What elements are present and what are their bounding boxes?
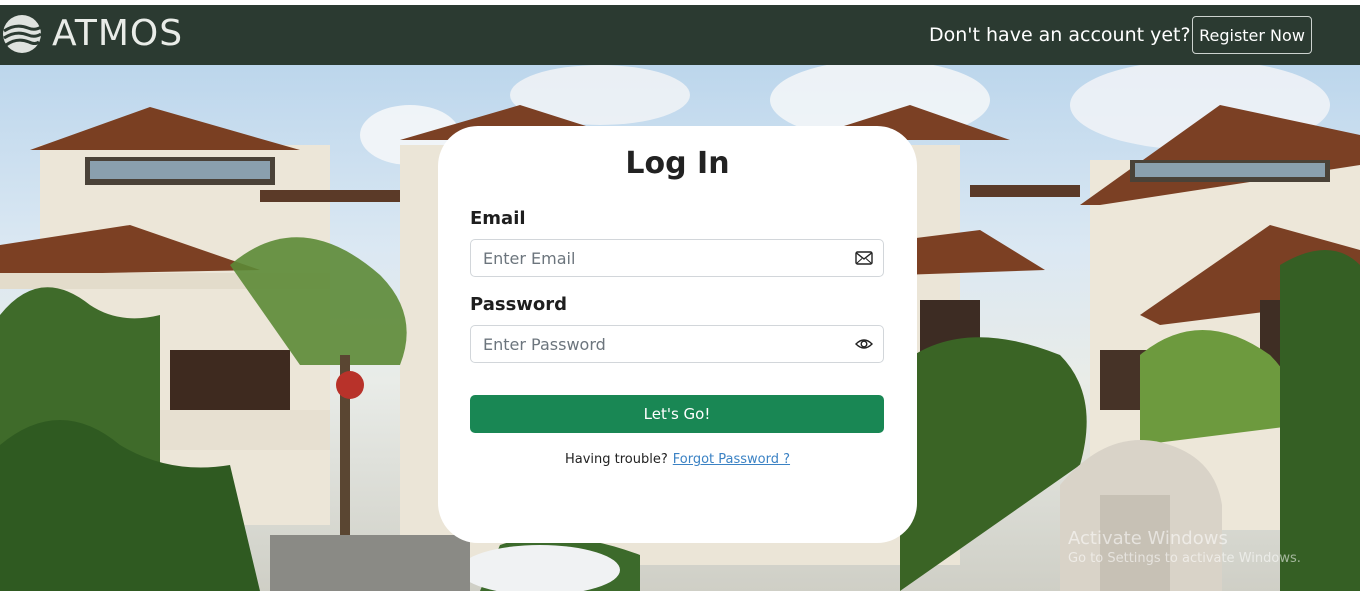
windows-activation-watermark: Activate Windows Go to Settings to activ… <box>1068 528 1301 566</box>
register-now-button[interactable]: Register Now <box>1192 16 1312 54</box>
brand-logo[interactable]: ATMOS <box>2 13 183 54</box>
email-field-wrapper <box>470 239 884 277</box>
navbar: ATMOS Don't have an account yet? Registe… <box>0 5 1360 65</box>
help-row: Having trouble? Forgot Password ? <box>438 452 917 467</box>
having-trouble-text: Having trouble? <box>564 452 668 467</box>
login-card: Log In Email Password Let's Go! Having t… <box>438 126 917 543</box>
logo-mark-icon <box>3 14 42 53</box>
email-input[interactable] <box>483 240 843 276</box>
watermark-line2: Go to Settings to activate Windows. <box>1068 551 1301 566</box>
eye-icon[interactable] <box>855 336 873 352</box>
login-title: Log In <box>625 146 730 181</box>
brand-name: ATMOS <box>52 13 184 54</box>
password-input[interactable] <box>483 326 843 362</box>
watermark-line1: Activate Windows <box>1068 528 1228 549</box>
no-account-text: Don't have an account yet? <box>929 24 1191 46</box>
password-label: Password <box>470 294 568 315</box>
envelope-icon <box>855 251 873 265</box>
forgot-password-link[interactable]: Forgot Password ? <box>673 452 790 467</box>
email-label: Email <box>470 208 526 229</box>
lets-go-button[interactable]: Let's Go! <box>470 395 884 433</box>
password-field-wrapper <box>470 325 884 363</box>
